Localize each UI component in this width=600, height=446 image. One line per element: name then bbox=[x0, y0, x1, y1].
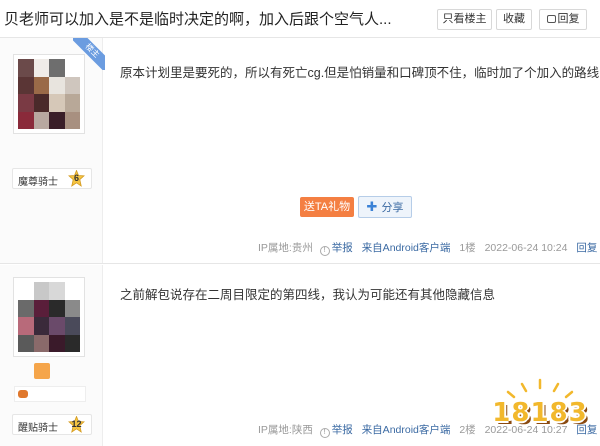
author-panel: 醒贴骑士 12 bbox=[0, 265, 103, 446]
rank-level: 12 bbox=[71, 419, 82, 429]
thread-title: 贝老师可以加入是不是临时决定的啊，加入后跟个空气人... bbox=[4, 11, 392, 28]
avatar[interactable] bbox=[13, 277, 85, 357]
only-op-button[interactable]: 只看楼主 bbox=[437, 9, 492, 30]
report-icon[interactable]: ! bbox=[319, 246, 330, 256]
reply-button[interactable]: 回复 bbox=[539, 9, 587, 30]
level-badge-icon: 12 bbox=[68, 416, 85, 433]
post-content: 原本计划里是要死的，所以有死亡cg.但是怕销量和口碑顶不住，临时加了个加入的路线 bbox=[120, 66, 600, 80]
rank-name: 魔尊骑士 bbox=[18, 177, 58, 188]
post-time: 2022-06-24 10:24 bbox=[484, 242, 568, 254]
watermark-text: 18183 bbox=[492, 398, 588, 428]
floor-number: 2楼 bbox=[459, 424, 476, 436]
ip-location: IP属地:贵州 bbox=[258, 242, 313, 254]
op-badge-label: 楼主 bbox=[73, 38, 105, 70]
report-link[interactable]: 举报 bbox=[332, 242, 353, 254]
thread-header: 贝老师可以加入是不是临时决定的啊，加入后跟个空气人... 只看楼主 收藏 回复 bbox=[0, 0, 600, 38]
share-button[interactable]: ✚ 分享 bbox=[358, 196, 412, 218]
rank-level: 6 bbox=[73, 173, 79, 183]
rank-name: 醒贴骑士 bbox=[18, 423, 58, 434]
send-gift-button[interactable]: 送TA礼物 bbox=[300, 197, 354, 217]
client-link[interactable]: 来自Android客户端 bbox=[362, 424, 451, 436]
floor-number: 1楼 bbox=[459, 242, 476, 254]
reply-icon bbox=[546, 15, 556, 23]
reply-link[interactable]: 回复 bbox=[576, 242, 597, 254]
game-badge[interactable] bbox=[14, 386, 86, 402]
report-icon[interactable]: ! bbox=[319, 428, 330, 438]
favorite-button[interactable]: 收藏 bbox=[496, 9, 532, 30]
watermark-logo: 18183 bbox=[484, 376, 596, 442]
report-link[interactable]: 举报 bbox=[332, 424, 353, 436]
rank-badge[interactable]: 醒贴骑士 12 bbox=[12, 414, 92, 435]
avatar-image bbox=[18, 59, 80, 129]
gamepad-icon bbox=[18, 390, 28, 398]
client-link[interactable]: 来自Android客户端 bbox=[362, 242, 451, 254]
level-badge-icon: 6 bbox=[68, 170, 85, 187]
ip-location: IP属地:陕西 bbox=[258, 424, 313, 436]
author-panel: 魔尊骑士 6 bbox=[0, 38, 103, 263]
reply-button-label: 回复 bbox=[557, 13, 580, 25]
op-corner-badge: 楼主 bbox=[73, 38, 105, 70]
post-floor-1: 魔尊骑士 6 楼主 原本计划里是要死的，所以有死亡cg.但是怕销量和口碑顶不住，… bbox=[0, 38, 600, 264]
post-meta: IP属地:贵州 ! 举报 来自Android客户端 1楼 2022-06-24 1… bbox=[258, 240, 597, 256]
member-icon[interactable] bbox=[34, 363, 50, 379]
share-plus-icon: ✚ bbox=[366, 199, 378, 214]
avatar-image bbox=[18, 282, 80, 352]
share-label: 分享 bbox=[381, 202, 404, 214]
rank-badge[interactable]: 魔尊骑士 6 bbox=[12, 168, 92, 189]
post-content: 之前解包说存在二周目限定的第四线，我认为可能还有其他隐藏信息 bbox=[120, 288, 496, 302]
